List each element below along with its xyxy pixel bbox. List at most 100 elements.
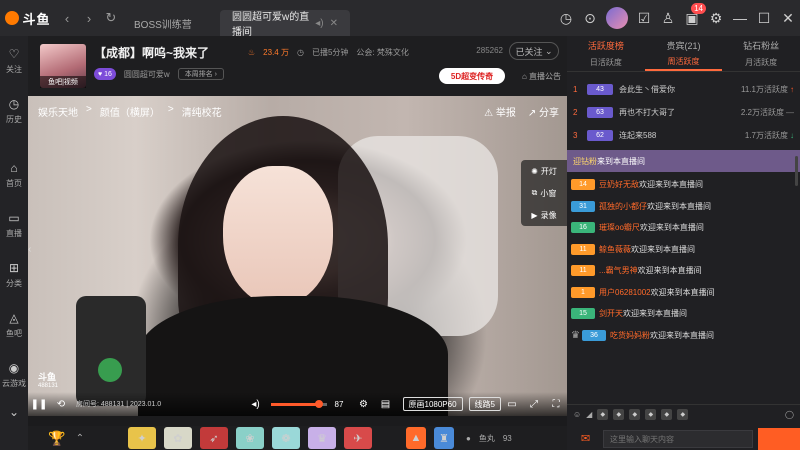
light-button[interactable]: ✺ 开灯 <box>521 160 567 182</box>
sidebar-item-cloud-game[interactable]: ◉ 云游戏 <box>0 350 28 400</box>
share-button[interactable]: ↗ 分享 <box>528 104 559 119</box>
fan-level-badge[interactable]: 36 <box>581 329 606 341</box>
fan-level-badge[interactable]: 1 <box>571 286 595 298</box>
sidebar-expand[interactable]: ⌄ <box>0 400 28 424</box>
fullscreen-icon[interactable]: ⛶ <box>545 392 567 416</box>
fan-level-badge[interactable]: 15 <box>571 308 595 320</box>
volume-slider[interactable] <box>270 399 327 408</box>
toolbar-icon[interactable]: ◆ <box>629 409 641 420</box>
theater-icon[interactable]: ⤢ <box>523 392 545 416</box>
sidebar-item-fishbar[interactable]: ◬ 鱼吧 <box>0 300 28 350</box>
horn-icon[interactable]: ◢ <box>586 410 592 419</box>
trophy-icon[interactable]: 🏆 <box>42 426 72 450</box>
sidebar-item-live[interactable]: ▭ 直播 <box>0 200 28 250</box>
fan-level-badge[interactable]: 16 <box>571 222 595 234</box>
widescreen-icon[interactable]: ▭ <box>501 392 523 416</box>
settings-icon[interactable]: ⚙ <box>704 0 728 36</box>
chat-input[interactable] <box>603 430 753 448</box>
sidebar-item-home[interactable]: ⌂ 首页 <box>0 150 28 200</box>
forward-icon[interactable]: › <box>78 7 100 29</box>
douyu-logo[interactable]: 斗鱼 <box>0 0 56 36</box>
tab-daily[interactable]: 日活跃度 <box>567 54 645 71</box>
toolbar-icon[interactable]: ◆ <box>677 409 689 420</box>
breadcrumb-item[interactable]: 清纯校花 <box>182 104 222 119</box>
tab-monthly[interactable]: 月活跃度 <box>722 54 800 71</box>
volume-icon[interactable]: ◂) <box>245 392 267 416</box>
toolbar-icon[interactable]: ◆ <box>661 409 673 420</box>
gift-item[interactable]: ✿ <box>164 427 192 449</box>
emoji-icon[interactable]: ☺ <box>573 410 581 419</box>
speaker-icon[interactable]: ◂) <box>315 18 323 29</box>
minimize-icon[interactable]: — <box>728 0 752 36</box>
tab-activity-rank[interactable]: 活跃度榜 <box>567 36 645 54</box>
send-button[interactable] <box>758 428 800 450</box>
gift-item[interactable]: ♜ <box>434 427 454 449</box>
toolbar-icon[interactable]: ◆ <box>613 409 625 420</box>
toolbar-icon[interactable]: ◆ <box>597 409 609 420</box>
host-avatar[interactable]: 鱼吧|视频 <box>40 44 86 88</box>
user-avatar[interactable] <box>606 7 628 29</box>
gift-item[interactable]: ✈ <box>344 427 372 449</box>
chat-list[interactable]: 14 豆奶好无敌 欢迎来到本直播间 31 孤独的小都仔 欢迎来到本直播间 16 璀璨oo瓣… <box>567 172 800 348</box>
pause-icon[interactable]: ❚❚ <box>28 392 50 416</box>
chat-settings-icon[interactable]: ◯ <box>785 410 794 419</box>
tab-boss[interactable]: BOSS训练营 <box>122 10 220 36</box>
danmaku-toggle-icon[interactable]: ▤ <box>375 392 397 416</box>
sidebar-item-follow[interactable]: ♡ 关注 <box>0 36 28 86</box>
fan-level-badge[interactable]: 11 <box>571 243 595 255</box>
follow-button[interactable]: 已关注 ⌄ <box>509 42 559 60</box>
shirt-icon[interactable]: ♙ <box>656 0 680 36</box>
report-button[interactable]: ⚠ 举报 <box>484 104 516 119</box>
sidebar-item-history[interactable]: ◷ 历史 <box>0 86 28 136</box>
tab-weekly[interactable]: 周活跃度 <box>644 54 723 71</box>
tab-diamond-fans[interactable]: 钻石粉丝 <box>722 36 800 54</box>
gift-item[interactable]: ♛ <box>308 427 336 449</box>
gift-item[interactable]: ✦ <box>128 427 156 449</box>
gift-item[interactable]: ❁ <box>272 427 300 449</box>
rank-row[interactable]: 2 63 再也不打大哥了 2.2万活跃度 — <box>567 101 800 124</box>
collapse-arrow-icon[interactable]: ‹ <box>28 244 36 264</box>
toolbar-icon[interactable]: ◆ <box>645 409 657 420</box>
close-tab-icon[interactable]: ✕ <box>330 18 338 29</box>
download-icon[interactable]: ⊙ <box>578 0 602 36</box>
fan-level-badge[interactable]: 11 <box>571 265 595 277</box>
line-selector[interactable]: 线路5 <box>468 397 501 411</box>
rank-button[interactable]: 本周排名 › <box>177 68 224 80</box>
avatar-tag[interactable]: 鱼吧|视频 <box>40 76 86 88</box>
gift-item[interactable]: ▲ <box>406 427 426 449</box>
refresh-stream-icon[interactable]: ⟲ <box>50 392 72 416</box>
announcement-button[interactable]: ⌂ 直播公告 <box>522 71 561 82</box>
rank-row[interactable]: 1 43 会此生丶借爱你 11.1万活跃度 ↑ <box>567 78 800 101</box>
tab-vip[interactable]: 贵宾(21) <box>645 36 723 54</box>
volume-knob[interactable] <box>315 399 324 408</box>
breadcrumb-item[interactable]: 颜值（横屏） <box>100 104 160 119</box>
rank-row[interactable]: 3 62 连起来588 1.7万活跃度 ↓ <box>567 124 800 147</box>
fan-level-badge[interactable]: 31 <box>571 200 595 212</box>
chat-scrollbar[interactable] <box>795 156 798 186</box>
close-icon[interactable]: ✕ <box>776 0 800 36</box>
history-icon[interactable]: ◷ <box>554 0 578 36</box>
fan-level-badge[interactable]: 14 <box>571 179 595 191</box>
settings-icon[interactable]: ⚙ <box>353 392 375 416</box>
gift-icon[interactable]: ✉ <box>581 432 590 445</box>
gift-item[interactable]: ➶ <box>200 427 228 449</box>
back-icon[interactable]: ‹ <box>56 7 78 29</box>
video-player[interactable]: 娱乐天地 > 颜值（横屏） > 清纯校花 ⚠ 举报 ↗ 分享 ✺ 开灯 ⧉ 小窗 ▶… <box>28 96 567 416</box>
host-name[interactable]: 圆圆超可爱w <box>124 69 170 80</box>
chat-row: 11 鲸鱼薇薇 欢迎来到本直播间 <box>571 239 796 261</box>
gift-scroll-icon[interactable]: ⌃ <box>72 426 88 450</box>
tab-live-room[interactable]: 圆圆超可爱w的直播间 ◂) ✕ <box>220 10 350 38</box>
sidebar-item-category[interactable]: ⊞ 分类 <box>0 250 28 300</box>
promo-banner[interactable]: 5D超变传奇 <box>439 68 505 84</box>
gift-box-icon[interactable]: ▣ 14 <box>680 0 706 36</box>
gift-item[interactable]: ❀ <box>236 427 264 449</box>
breadcrumb-item[interactable]: 娱乐天地 <box>38 104 78 119</box>
task-icon[interactable]: ☑ <box>632 0 656 36</box>
mini-window-button[interactable]: ⧉ 小窗 <box>521 182 567 204</box>
fan-badge[interactable]: ♥ 16 <box>94 68 116 80</box>
quality-selector[interactable]: 原画1080P60 <box>402 397 463 411</box>
record-button[interactable]: ▶ 录像 <box>521 204 567 226</box>
refresh-icon[interactable]: ↻ <box>100 7 122 29</box>
maximize-icon[interactable]: ☐ <box>752 0 776 36</box>
guild-label[interactable]: 公会: 梵殊文化 <box>356 47 408 58</box>
